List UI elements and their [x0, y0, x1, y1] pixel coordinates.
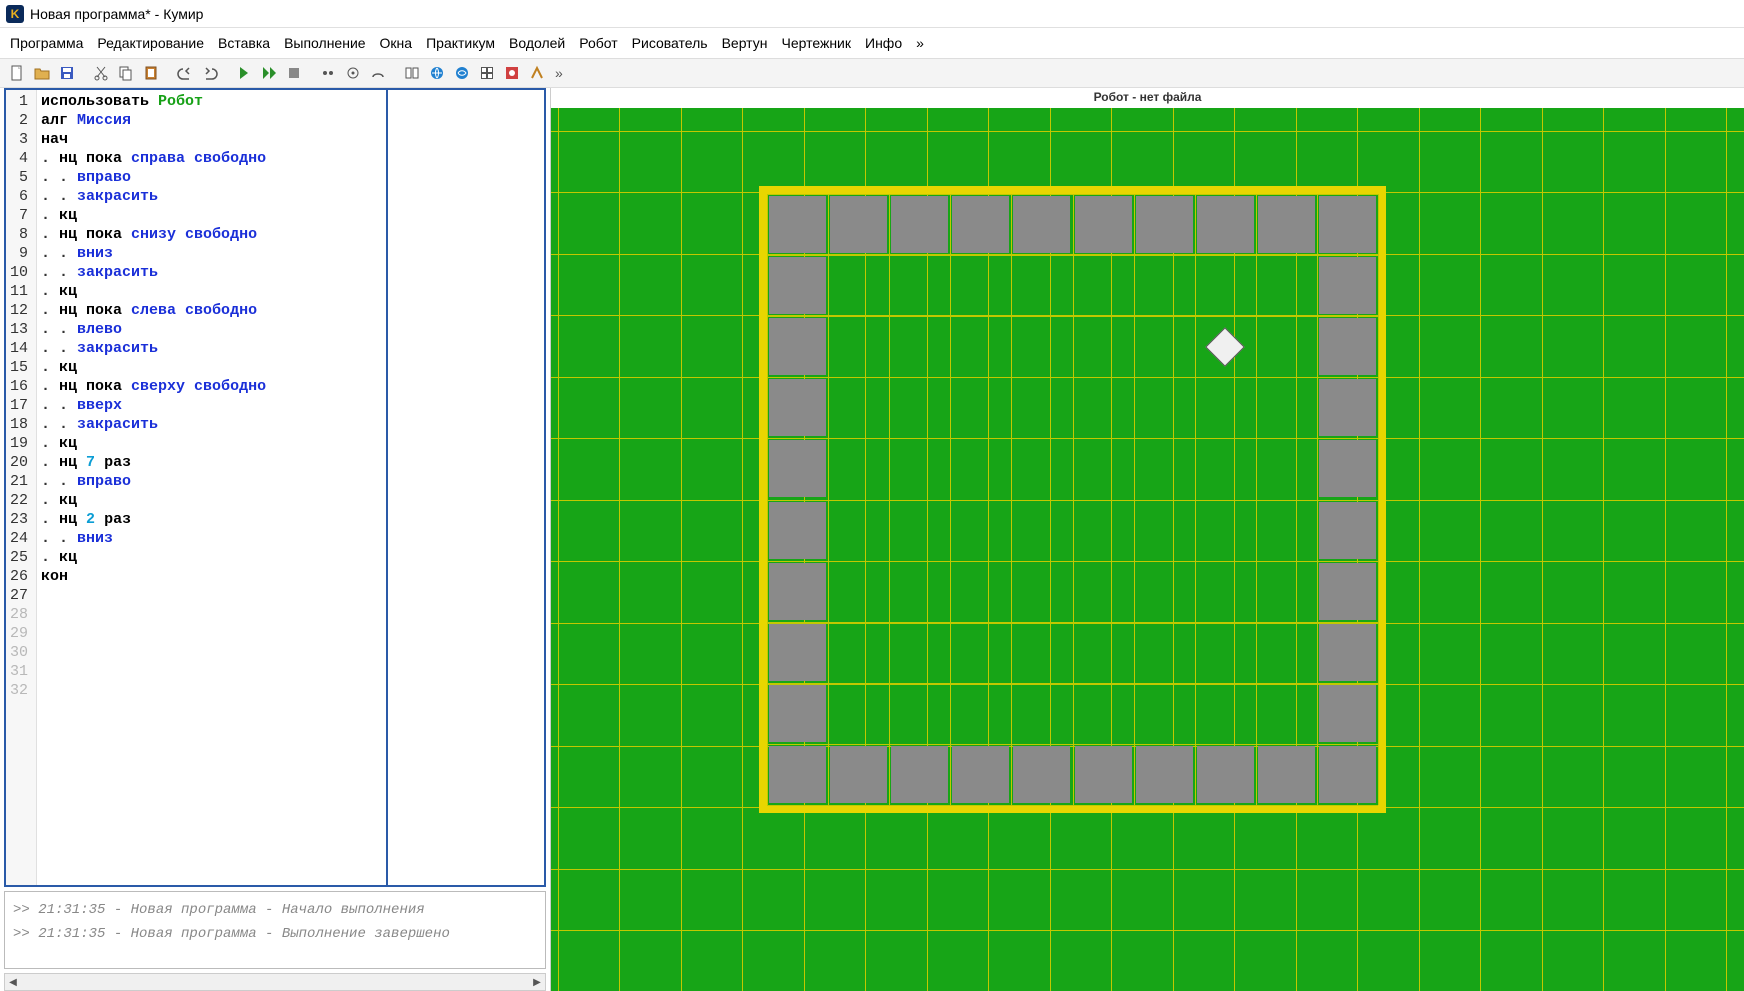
actor-1-icon[interactable]	[317, 62, 339, 84]
menu-overflow[interactable]: »	[916, 35, 924, 51]
painted-cell	[830, 746, 887, 803]
painted-cell	[769, 196, 826, 253]
line-gutter: 1234567891011121314151617181920212223242…	[6, 90, 37, 885]
painted-cell	[769, 502, 826, 559]
menu-вставка[interactable]: Вставка	[218, 35, 270, 51]
painted-cell	[1319, 440, 1376, 497]
painted-cell	[769, 379, 826, 436]
module-3-icon[interactable]	[451, 62, 473, 84]
painted-cell	[830, 196, 887, 253]
painted-cell	[769, 257, 826, 314]
painted-cell	[1136, 746, 1193, 803]
painted-cell	[1319, 746, 1376, 803]
robot-field[interactable]	[551, 108, 1744, 991]
run-icon[interactable]	[233, 62, 255, 84]
code-margin	[386, 90, 544, 885]
painted-cell	[1136, 196, 1193, 253]
robot-panel: Робот - нет файла	[551, 88, 1744, 991]
paste-icon[interactable]	[140, 62, 162, 84]
painted-cell	[1013, 746, 1070, 803]
painted-cell	[1319, 318, 1376, 375]
painted-cell	[1319, 685, 1376, 742]
menu-чертежник[interactable]: Чертежник	[781, 35, 851, 51]
menu-bar: Программа Редактирование Вставка Выполнение…	[0, 28, 1744, 58]
painted-cell	[769, 563, 826, 620]
redo-icon[interactable]	[199, 62, 221, 84]
painted-cell	[952, 196, 1009, 253]
painted-cell	[769, 685, 826, 742]
toolbar-overflow[interactable]: »	[551, 65, 567, 81]
menu-робот[interactable]: Робот	[579, 35, 617, 51]
painted-cell	[769, 624, 826, 681]
menu-выполнение[interactable]: Выполнение	[284, 35, 365, 51]
painted-cell	[891, 196, 948, 253]
painted-cell	[769, 318, 826, 375]
scroll-right-icon[interactable]: ▶	[529, 974, 545, 990]
robot-panel-title: Робот - нет файла	[551, 88, 1744, 108]
menu-вертун[interactable]: Вертун	[722, 35, 768, 51]
console-line: >> 21:31:35 - Новая программа - Выполнен…	[13, 922, 537, 946]
cut-icon[interactable]	[90, 62, 112, 84]
menu-окна[interactable]: Окна	[380, 35, 413, 51]
menu-инфо[interactable]: Инфо	[865, 35, 902, 51]
output-console[interactable]: >> 21:31:35 - Новая программа - Начало в…	[4, 891, 546, 969]
save-file-icon[interactable]	[56, 62, 78, 84]
toolbar: »	[0, 58, 1744, 88]
scroll-left-icon[interactable]: ◀	[5, 974, 21, 990]
code-editor[interactable]: 1234567891011121314151617181920212223242…	[4, 88, 546, 887]
stop-icon[interactable]	[283, 62, 305, 84]
console-line: >> 21:31:35 - Новая программа - Начало в…	[13, 898, 537, 922]
painted-cell	[891, 746, 948, 803]
new-file-icon[interactable]	[6, 62, 28, 84]
open-file-icon[interactable]	[31, 62, 53, 84]
painted-cell	[769, 440, 826, 497]
painted-cell	[1258, 196, 1315, 253]
menu-рисователь[interactable]: Рисователь	[632, 35, 708, 51]
code-content[interactable]: использовать Роботалг Миссиянач. нц пока…	[37, 90, 386, 885]
painted-cell	[1319, 563, 1376, 620]
module-2-icon[interactable]	[426, 62, 448, 84]
painted-cell	[1258, 746, 1315, 803]
painted-cell	[1319, 196, 1376, 253]
step-icon[interactable]	[258, 62, 280, 84]
painted-cell	[1197, 746, 1254, 803]
actor-3-icon[interactable]	[367, 62, 389, 84]
module-4-icon[interactable]	[476, 62, 498, 84]
window-title: Новая программа* - Кумир	[30, 6, 203, 22]
module-1-icon[interactable]	[401, 62, 423, 84]
horizontal-scrollbar[interactable]: ◀ ▶	[4, 973, 546, 991]
menu-практикум[interactable]: Практикум	[426, 35, 495, 51]
module-5-icon[interactable]	[501, 62, 523, 84]
painted-cell	[769, 746, 826, 803]
menu-редактирование[interactable]: Редактирование	[97, 35, 204, 51]
painted-cell	[1319, 624, 1376, 681]
painted-cell	[1197, 196, 1254, 253]
painted-cell	[952, 746, 1009, 803]
painted-cell	[1075, 746, 1132, 803]
undo-icon[interactable]	[174, 62, 196, 84]
menu-водолей[interactable]: Водолей	[509, 35, 565, 51]
painted-cell	[1319, 502, 1376, 559]
actor-2-icon[interactable]	[342, 62, 364, 84]
module-6-icon[interactable]	[526, 62, 548, 84]
menu-программа[interactable]: Программа	[10, 35, 83, 51]
left-panel: 1234567891011121314151617181920212223242…	[0, 88, 551, 991]
painted-cell	[1319, 379, 1376, 436]
copy-icon[interactable]	[115, 62, 137, 84]
painted-cell	[1319, 257, 1376, 314]
title-bar: K Новая программа* - Кумир	[0, 0, 1744, 28]
painted-cell	[1013, 196, 1070, 253]
painted-cell	[1075, 196, 1132, 253]
app-icon: K	[6, 5, 24, 23]
